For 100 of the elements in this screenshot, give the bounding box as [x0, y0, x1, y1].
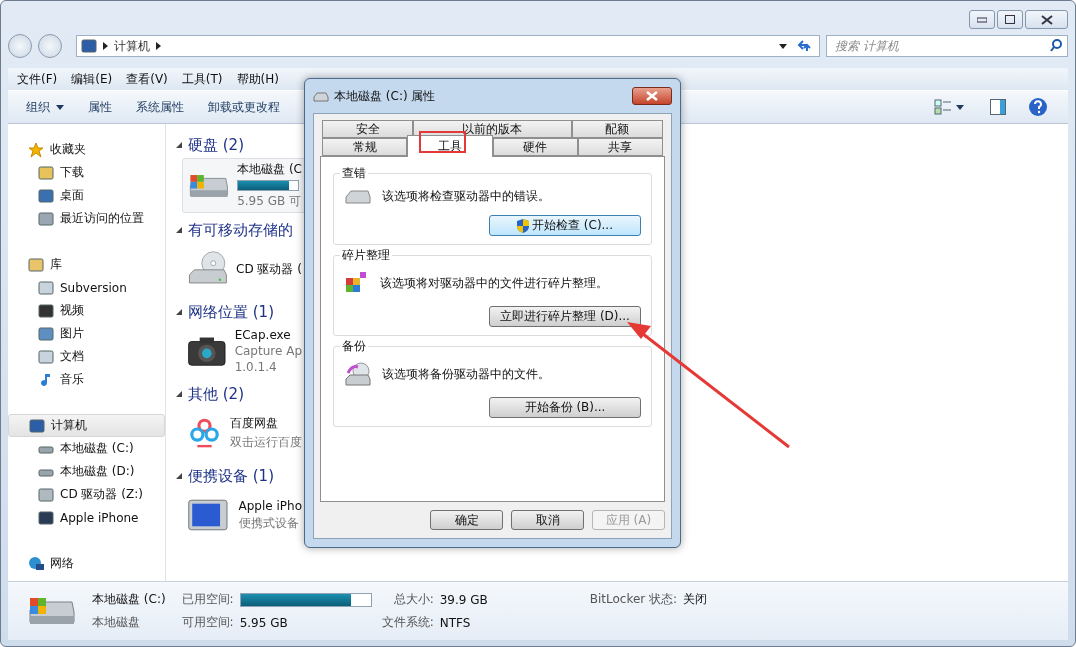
- item-detail: Capture Ap: [234, 344, 302, 358]
- sidebar-item[interactable]: Apple iPhone: [8, 506, 165, 529]
- file-system-value: NTFS: [439, 615, 471, 630]
- command-button[interactable]: 组织: [16, 95, 74, 119]
- drive-tile[interactable]: ECap.exe Capture Ap 1.0.1.4: [182, 325, 307, 377]
- free-space-label: 可用空间:: [181, 614, 234, 631]
- section-heading: 网络位置 (1): [188, 302, 274, 322]
- group-description: 该选项将检查驱动器中的错误。: [382, 188, 550, 205]
- collapse-triangle-icon[interactable]: [176, 309, 182, 315]
- sidebar-item[interactable]: 文档: [8, 345, 165, 368]
- tab[interactable]: 配额: [571, 120, 663, 138]
- command-button[interactable]: 属性: [78, 95, 122, 119]
- sidebar-item[interactable]: 本地磁盘 (D:): [8, 460, 165, 483]
- sidebar-item[interactable]: 图片: [8, 322, 165, 345]
- sidebar-item[interactable]: 库: [8, 253, 165, 276]
- section-heading: 有可移动存储的: [188, 220, 293, 240]
- search-field[interactable]: 搜索 计算机: [826, 35, 1068, 57]
- item-name: 百度网盘: [230, 415, 279, 432]
- dialog-button[interactable]: 确定: [430, 510, 503, 530]
- drive-name: 本地磁盘 (C:): [92, 591, 166, 608]
- command-button[interactable]: 系统属性: [126, 95, 194, 119]
- maximize-button[interactable]: [997, 10, 1023, 29]
- search-icon: [1050, 39, 1062, 52]
- action-button[interactable]: 开始检查 (C)...: [489, 215, 641, 236]
- close-button[interactable]: [1025, 10, 1068, 29]
- action-button[interactable]: 立即进行碎片整理 (D)...: [489, 306, 641, 327]
- minimize-icon: [977, 16, 987, 23]
- collapse-triangle-icon[interactable]: [176, 473, 182, 479]
- sidebar-item[interactable]: 下载: [8, 161, 165, 184]
- collapse-triangle-icon[interactable]: [176, 227, 182, 233]
- sidebar-item[interactable]: 网络: [8, 552, 165, 575]
- used-space-label: 已用空间:: [181, 591, 234, 608]
- drive-tile[interactable]: 百度网盘 双击运行百度: [182, 407, 307, 459]
- item-detail: 双击运行百度: [230, 434, 302, 451]
- group-description: 该选项将对驱动器中的文件进行碎片整理。: [380, 274, 608, 292]
- menu-item[interactable]: 文件(F): [12, 70, 63, 88]
- sidebar-item[interactable]: 视频: [8, 299, 165, 322]
- group-title: 查错: [340, 165, 368, 182]
- tab[interactable]: 硬件: [492, 138, 578, 156]
- item-detail: 1.0.1.4: [234, 360, 278, 374]
- command-button[interactable]: 卸载或更改程: [198, 95, 290, 119]
- address-bar[interactable]: 计算机: [76, 35, 820, 57]
- backup-drive-icon: [344, 361, 372, 387]
- drive-tile[interactable]: CD 驱动器 (: [182, 243, 307, 295]
- drive-icon: [344, 188, 372, 205]
- item-name: 本地磁盘 (C: [237, 161, 302, 178]
- sidebar-item[interactable]: 计算机: [8, 414, 165, 437]
- sidebar-item[interactable]: 音乐: [8, 368, 165, 391]
- group-description: 该选项将备份驱动器中的文件。: [382, 365, 550, 383]
- action-button[interactable]: 开始备份 (B)...: [489, 397, 641, 418]
- sidebar-item[interactable]: 收藏夹: [8, 138, 165, 161]
- close-button[interactable]: [632, 87, 672, 105]
- star-icon: [28, 141, 44, 158]
- section-heading: 便携设备 (1): [188, 466, 274, 486]
- sidebar-item[interactable]: 本地磁盘 (C:): [8, 437, 165, 460]
- section-heading: 其他 (2): [188, 384, 244, 404]
- help-icon[interactable]: [1028, 97, 1048, 117]
- menu-item[interactable]: 查看(V): [121, 70, 173, 88]
- sidebar-item[interactable]: Subversion: [8, 276, 165, 299]
- item-name: ECap.exe: [234, 328, 292, 342]
- group-title: 备份: [340, 338, 368, 355]
- bitlocker-value: 关闭: [683, 591, 708, 608]
- dialog-button[interactable]: 取消: [511, 510, 584, 530]
- tab[interactable]: 常规: [322, 138, 408, 156]
- drive-tile[interactable]: 本地磁盘 (C 5.95 GB 可: [182, 158, 307, 213]
- address-path: 计算机: [114, 37, 150, 55]
- item-name: Apple iPho: [238, 498, 302, 513]
- collapse-triangle-icon[interactable]: [176, 142, 182, 148]
- drive-type: 本地磁盘: [92, 614, 141, 631]
- group-title: 碎片整理: [340, 247, 392, 264]
- caret-icon[interactable]: [956, 104, 964, 110]
- free-space-value: 5.95 GB: [239, 615, 288, 630]
- drive-tile[interactable]: Apple iPho 便携式设备: [182, 489, 307, 541]
- bitlocker-label: BitLocker 状态:: [589, 591, 678, 608]
- sidebar-item[interactable]: 桌面: [8, 184, 165, 207]
- total-size-value: 39.9 GB: [439, 592, 488, 607]
- chevron-icon: [103, 42, 108, 50]
- section-heading: 硬盘 (2): [188, 135, 244, 155]
- menu-item[interactable]: 工具(T): [176, 70, 228, 88]
- total-size-label: 总大小:: [393, 591, 434, 608]
- maximize-icon: [1005, 15, 1015, 24]
- item-detail: 5.95 GB 可: [237, 193, 302, 210]
- tab[interactable]: 安全: [322, 120, 414, 138]
- file-system-label: 文件系统:: [381, 614, 434, 631]
- close-icon: [646, 91, 658, 101]
- preview-pane-icon[interactable]: [990, 99, 1006, 115]
- sidebar-item[interactable]: CD 驱动器 (Z:): [8, 483, 165, 506]
- dialog-title: 本地磁盘 (C:) 属性: [334, 87, 437, 105]
- menu-item[interactable]: 帮助(H): [231, 70, 284, 88]
- sidebar-item[interactable]: 最近访问的位置: [8, 207, 165, 230]
- item-detail: 便携式设备: [238, 514, 300, 532]
- dropdown-caret-icon[interactable]: [779, 43, 787, 49]
- collapse-triangle-icon[interactable]: [176, 391, 182, 397]
- menu-item[interactable]: 编辑(E): [66, 70, 118, 88]
- tab[interactable]: 工具: [407, 135, 493, 157]
- tab[interactable]: 共享: [577, 138, 663, 156]
- globe-icon: [28, 555, 44, 572]
- item-name: CD 驱动器 (: [236, 260, 302, 278]
- shield-icon: [517, 218, 529, 233]
- close-icon: [1040, 14, 1053, 25]
